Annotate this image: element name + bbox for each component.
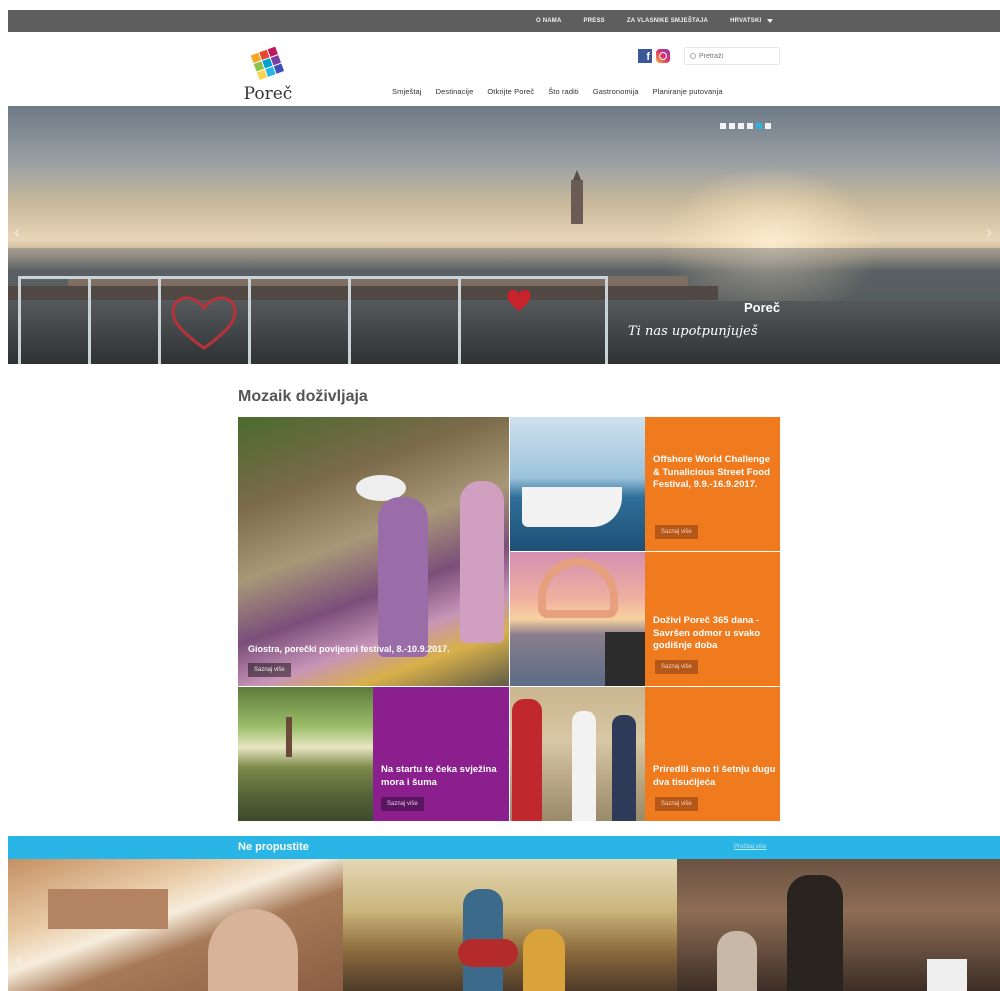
costumed-woman-image <box>378 497 428 657</box>
read-more-link[interactable]: Pročitaj više <box>734 844 766 850</box>
music-stand-image <box>927 959 967 991</box>
social-links: f <box>638 49 670 63</box>
main-navigation: Smještaj Destinacije Otkrijte Poreč Što … <box>392 87 723 96</box>
section-title: Ne propustite <box>238 841 309 853</box>
read-more-button[interactable]: Saznaj više <box>655 797 698 811</box>
performer-image <box>523 929 565 991</box>
tile-caption: Offshore World Challenge & Tunalicious S… <box>653 454 771 490</box>
language-selector[interactable]: HRVATSKI <box>730 18 774 24</box>
event-tile-basilica[interactable]: ‹ <box>8 859 343 991</box>
section-title: Mozaik doživljaja <box>238 388 368 405</box>
read-more-button[interactable]: Saznaj više <box>381 797 424 811</box>
event-tile-jazz[interactable] <box>677 859 1000 991</box>
site-header: Poreč f Smještaj Destinacije Otkrijte Po… <box>8 32 1000 106</box>
mosaic-photo-street[interactable] <box>510 687 645 821</box>
search-box[interactable] <box>684 47 780 65</box>
slider-dots <box>720 123 771 129</box>
heart-outline-icon <box>171 296 237 350</box>
read-more-button[interactable]: Saznaj više <box>655 660 698 674</box>
musician-image <box>717 931 757 991</box>
site-logo[interactable]: Poreč <box>238 42 308 104</box>
mosaic-photo-forest[interactable] <box>238 687 373 821</box>
boat-photo <box>510 417 645 551</box>
man-image <box>572 711 596 821</box>
top-utility-bar: O NAMA PRESS ZA VLASNIKE SMJEŠTAJA HRVAT… <box>8 10 1000 32</box>
nav-item-accommodation[interactable]: Smještaj <box>392 87 422 96</box>
nav-item-things-to-do[interactable]: Što raditi <box>548 87 579 96</box>
boat-image <box>522 487 622 527</box>
hero-title: Poreč <box>744 300 781 315</box>
nav-item-gastronomy[interactable]: Gastronomija <box>593 87 639 96</box>
woman-image <box>612 715 636 821</box>
smiling-man-image <box>208 909 298 991</box>
person-image <box>605 632 645 686</box>
chevron-left-icon[interactable]: ‹ <box>14 223 24 241</box>
woman-in-dress-image <box>512 699 542 821</box>
tile-caption: Giostra, porečki povijesni festival, 8.-… <box>248 644 450 654</box>
utility-nav: O NAMA PRESS ZA VLASNIKE SMJEŠTAJA HRVAT… <box>536 10 774 32</box>
tile-caption: Priredili smo ti šetnju dugu dva tisućlj… <box>653 764 776 788</box>
logo-wordmark: Poreč <box>243 84 293 104</box>
read-more-button[interactable]: Saznaj više <box>655 525 698 539</box>
search-input[interactable] <box>699 52 769 60</box>
facebook-icon[interactable]: f <box>638 49 652 63</box>
nav-item-discover-porec[interactable]: Otkrijte Poreč <box>487 87 534 96</box>
chevron-left-icon[interactable]: ‹ <box>16 950 26 968</box>
slider-dot[interactable] <box>720 123 726 129</box>
jogger-image <box>286 717 292 757</box>
instagram-icon[interactable] <box>656 49 670 63</box>
mosaic-tile-sea-forest[interactable]: Na startu te čeka svježina mora i šuma S… <box>373 687 509 821</box>
dont-miss-bar: Ne propustite Pročitaj više <box>8 836 1000 859</box>
event-tile-street-music[interactable] <box>343 859 677 991</box>
nav-item-destinations[interactable]: Destinacije <box>436 87 474 96</box>
chevron-down-icon <box>767 19 774 23</box>
slider-dot-active[interactable] <box>756 123 762 129</box>
tile-caption: Doživi Poreč 365 dana - Savršen odmor u … <box>653 615 761 651</box>
hero-tagline: Ti nas upotpunjuješ <box>628 324 758 339</box>
slider-dot[interactable] <box>738 123 744 129</box>
bell-tower <box>571 170 583 224</box>
language-label[interactable]: HRVATSKI <box>730 18 761 24</box>
red-heart-icon <box>507 289 531 311</box>
chevron-right-icon[interactable]: › <box>986 223 996 241</box>
slider-dot[interactable] <box>765 123 771 129</box>
mosaic-photo-heart-hands[interactable] <box>510 552 645 686</box>
utility-link-about[interactable]: O NAMA <box>536 18 562 24</box>
slider-dot[interactable] <box>747 123 753 129</box>
read-more-button[interactable]: Saznaj više <box>248 663 291 677</box>
mosaic-photo-boat[interactable] <box>510 417 645 551</box>
church-facade-image <box>48 889 168 929</box>
utility-link-owners[interactable]: ZA VLASNIKE SMJEŠTAJA <box>627 18 708 24</box>
tile-caption: Na startu te čeka svježina mora i šuma <box>381 764 497 788</box>
street-music-photo <box>343 859 677 991</box>
hero-slider[interactable]: ‹ › Poreč Ti nas upotpunjuješ <box>8 106 1000 364</box>
search-icon <box>690 53 696 59</box>
saxophonist-image <box>787 875 843 991</box>
mosaic-logo-icon <box>250 46 285 80</box>
mosaic-tile-365[interactable]: Doživi Poreč 365 dana - Savršen odmor u … <box>645 552 780 686</box>
forest-photo <box>238 687 373 821</box>
mosaic-tile-offshore[interactable]: Offshore World Challenge & Tunalicious S… <box>645 417 780 551</box>
slider-dot[interactable] <box>729 123 735 129</box>
guitar-image <box>458 939 518 967</box>
costumed-woman-image <box>460 481 504 643</box>
mosaic-tile-giostra[interactable]: Giostra, porečki povijesni festival, 8.-… <box>238 417 509 686</box>
utility-link-press[interactable]: PRESS <box>584 18 605 24</box>
mosaic-tile-walk[interactable]: Priredili smo ti šetnju dugu dva tisućlj… <box>645 687 780 821</box>
nav-item-trip-planning[interactable]: Planiranje putovanja <box>653 87 723 96</box>
